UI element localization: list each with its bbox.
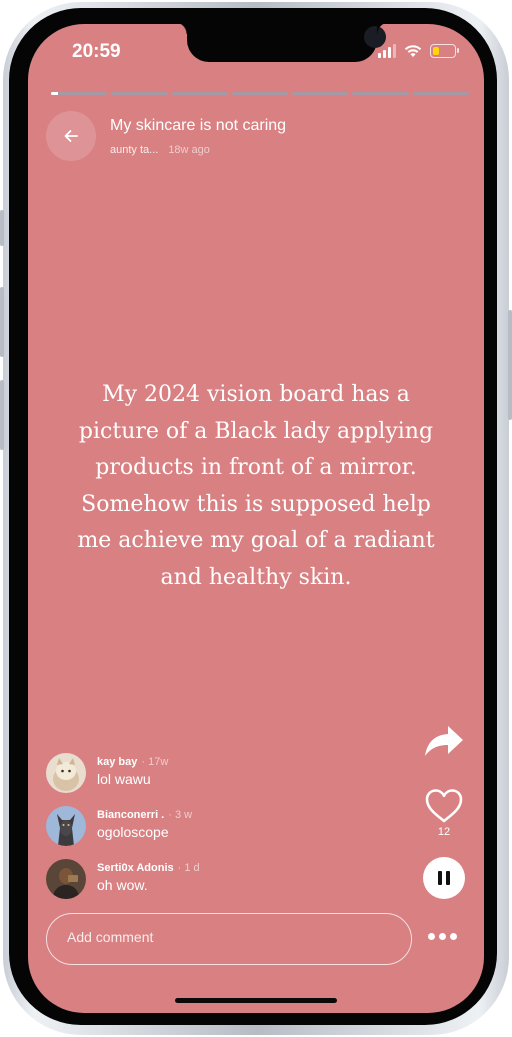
notch [175, 24, 389, 62]
volume-down-button [0, 380, 4, 450]
kitten-avatar-image [46, 753, 86, 793]
progress-segment [111, 92, 168, 95]
progress-segment [231, 92, 289, 95]
home-indicator[interactable] [175, 998, 337, 1003]
avatar[interactable] [46, 859, 86, 899]
status-time: 20:59 [72, 41, 121, 62]
comment-input[interactable] [67, 929, 387, 945]
story-author[interactable]: aunty ta... [110, 144, 158, 156]
avatar[interactable] [46, 806, 86, 846]
more-button[interactable] [428, 933, 457, 940]
comment-text: oh wow. [97, 877, 148, 893]
pause-icon [438, 871, 442, 885]
story-progress-bar [51, 92, 469, 95]
status-icons [378, 44, 459, 58]
pause-button[interactable] [423, 857, 465, 899]
story-meta: aunty ta... 18w ago [110, 144, 210, 156]
power-button [508, 310, 512, 420]
add-comment-field[interactable] [46, 913, 412, 965]
signal-icon [378, 44, 396, 58]
story-screen: 20:59 My skincare is not caring aunty ta… [28, 24, 484, 1013]
like-count: 12 [437, 826, 451, 838]
dog-avatar-image [46, 806, 86, 846]
story-posted-ago: 18w ago [168, 144, 210, 156]
story-title: My skincare is not caring [110, 117, 287, 134]
progress-segment [412, 92, 469, 95]
comment-author: Serti0x Adonis · 1 d [97, 862, 200, 874]
wifi-icon [404, 45, 422, 57]
share-icon [425, 726, 463, 756]
progress-segment [292, 92, 349, 95]
person-avatar-image [46, 859, 86, 899]
progress-segment [352, 92, 409, 95]
heart-icon [425, 789, 463, 823]
comment-author: kay bay · 17w [97, 756, 169, 768]
battery-level [433, 47, 439, 55]
share-button[interactable] [424, 724, 464, 758]
comment-author: Bianconerri . · 3 w [97, 809, 193, 821]
avatar[interactable] [46, 753, 86, 793]
volume-up-button [0, 287, 4, 357]
battery-icon [430, 44, 459, 58]
back-button[interactable] [46, 111, 96, 161]
progress-segment-fill [51, 92, 58, 95]
progress-segment [171, 92, 228, 95]
comment-text: ogoloscope [97, 824, 169, 840]
like-button[interactable]: 12 [424, 788, 464, 838]
more-icon [428, 933, 435, 940]
comment-text: lol wawu [97, 771, 151, 787]
arrow-left-icon [64, 130, 78, 142]
silent-switch [0, 210, 4, 246]
progress-segment [51, 92, 108, 95]
story-text: My 2024 vision board has a picture of a … [77, 382, 435, 590]
